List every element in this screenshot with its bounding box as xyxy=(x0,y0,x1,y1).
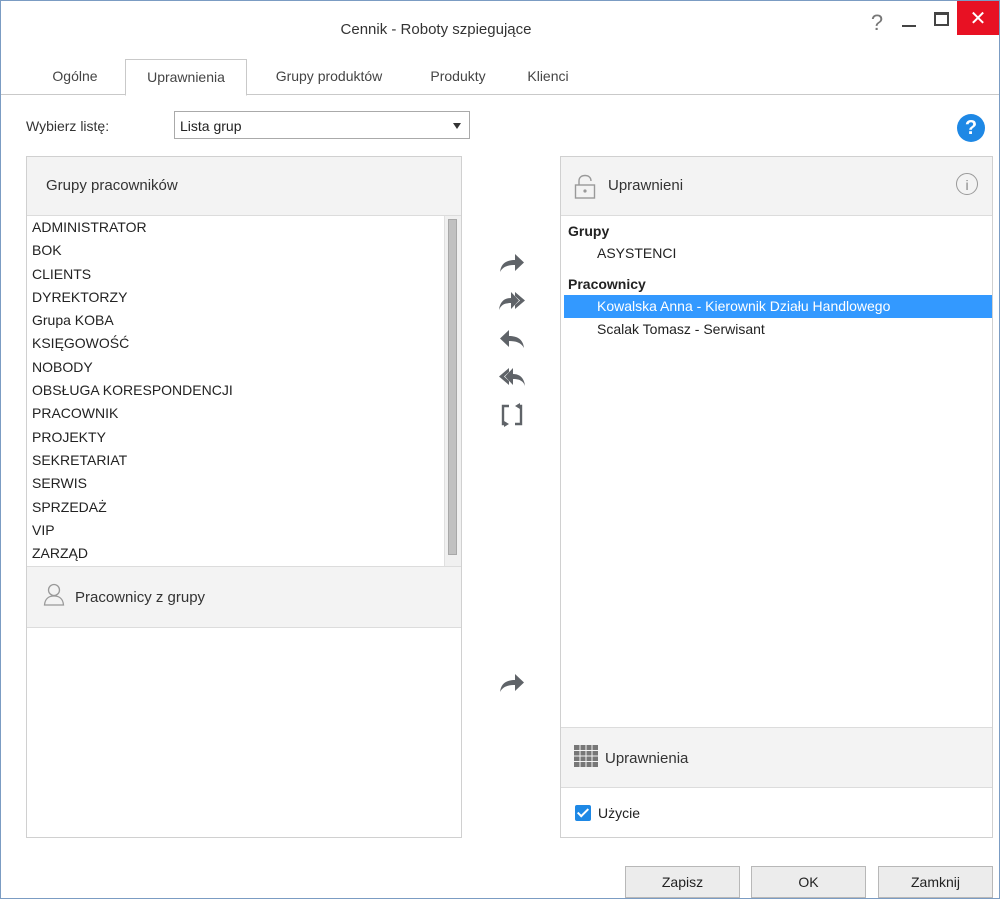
groups-list[interactable]: ADMINISTRATOR BOK CLIENTS DYREKTORZY Gru… xyxy=(27,216,461,566)
minimize-icon xyxy=(902,25,916,27)
move-left-button[interactable] xyxy=(489,325,535,353)
permissions-panel-title: Uprawnienia xyxy=(605,750,689,767)
usage-checkbox-row[interactable]: Użycie xyxy=(575,805,640,821)
close-button[interactable]: ✕ xyxy=(957,1,999,35)
list-item[interactable]: OBSŁUGA KORESPONDENCJI xyxy=(27,379,461,402)
authorized-panel-title: Uprawnieni xyxy=(608,177,684,194)
list-item[interactable]: VIP xyxy=(27,519,461,542)
list-item[interactable]: NOBODY xyxy=(27,356,461,379)
usage-label: Użycie xyxy=(598,805,641,821)
list-item[interactable]: BOK xyxy=(27,239,461,262)
move-right-button[interactable] xyxy=(489,249,535,277)
user-icon xyxy=(43,583,65,606)
list-item[interactable]: Scalak Tomasz - Serwisant xyxy=(561,318,992,341)
tab-ogolne[interactable]: Ogólne xyxy=(25,59,125,93)
list-item[interactable]: SEKRETARIAT xyxy=(27,449,461,472)
add-member-button[interactable] xyxy=(489,669,535,697)
save-button[interactable]: Zapisz xyxy=(625,866,740,898)
groups-panel-header: Grupy pracowników xyxy=(27,157,461,216)
members-panel-title: Pracownicy z grupy xyxy=(75,589,206,606)
list-item[interactable]: SPRZEDAŻ xyxy=(27,496,461,519)
list-select-value: Lista grup xyxy=(180,118,242,134)
chevron-down-icon xyxy=(453,123,461,129)
list-item[interactable]: CLIENTS xyxy=(27,263,461,286)
authorized-panel: Uprawnieni i Grupy ASYSTENCI Pracownicy … xyxy=(560,156,993,838)
title-bar: Cennik - Roboty szpiegujące ? ✕ xyxy=(1,1,999,59)
list-select-label: Wybierz listę: xyxy=(26,118,110,134)
list-item[interactable]: KSIĘGOWOŚĆ xyxy=(27,332,461,355)
tab-grupy-produktow[interactable]: Grupy produktów xyxy=(253,59,405,93)
employees-category-label: Pracownicy xyxy=(568,276,646,292)
groups-category-label: Grupy xyxy=(568,223,610,239)
close-dialog-button[interactable]: Zamknij xyxy=(878,866,993,898)
minimize-button[interactable] xyxy=(893,1,925,37)
authorized-list: Grupy ASYSTENCI Pracownicy Kowalska Anna… xyxy=(561,216,992,341)
list-item-selected[interactable]: Kowalska Anna - Kierownik Działu Handlow… xyxy=(564,295,992,318)
swap-button[interactable] xyxy=(489,401,535,429)
arrow-right-icon xyxy=(500,674,524,692)
swap-icon xyxy=(501,403,523,427)
list-item[interactable]: ZARZĄD xyxy=(27,542,461,565)
arrow-double-right-icon xyxy=(499,292,525,310)
grid-icon xyxy=(574,745,598,767)
help-icon[interactable]: ? xyxy=(957,114,985,142)
maximize-button[interactable] xyxy=(925,1,957,37)
list-item[interactable]: ASYSTENCI xyxy=(561,242,992,265)
ok-button[interactable]: OK xyxy=(751,866,866,898)
info-icon[interactable]: i xyxy=(956,173,978,195)
list-item[interactable]: DYREKTORZY xyxy=(27,286,461,309)
usage-checkbox[interactable] xyxy=(575,805,591,821)
list-item[interactable]: Grupa KOBA xyxy=(27,309,461,332)
list-item[interactable]: PRACOWNIK xyxy=(27,402,461,425)
list-select[interactable]: Lista grup xyxy=(174,111,470,139)
arrow-left-icon xyxy=(500,330,524,348)
move-all-right-button[interactable] xyxy=(489,287,535,315)
lock-icon xyxy=(574,174,596,199)
list-item[interactable]: ADMINISTRATOR xyxy=(27,216,461,239)
authorized-panel-header: Uprawnieni i xyxy=(561,157,992,216)
groups-panel-title: Grupy pracowników xyxy=(46,177,178,194)
list-item[interactable]: PROJEKTY xyxy=(27,426,461,449)
arrow-double-left-icon xyxy=(499,368,525,386)
groups-scrollbar-thumb[interactable] xyxy=(448,219,457,555)
groups-scrollbar[interactable] xyxy=(444,216,461,566)
permissions-panel-header: Uprawnienia xyxy=(561,727,992,788)
maximize-icon xyxy=(933,12,949,26)
window-title: Cennik - Roboty szpiegujące xyxy=(340,21,532,38)
help-button[interactable]: ? xyxy=(861,5,893,41)
tab-uprawnienia[interactable]: Uprawnienia xyxy=(125,59,247,96)
tab-produkty[interactable]: Produkty xyxy=(413,59,503,93)
tab-klienci[interactable]: Klienci xyxy=(509,59,587,93)
tab-bar: Ogólne Uprawnienia Grupy produktów Produ… xyxy=(1,59,999,96)
members-panel-header: Pracownicy z grupy xyxy=(27,566,461,628)
dialog-window: Cennik - Roboty szpiegujące ? ✕ Ogólne U… xyxy=(0,0,1000,899)
arrow-right-icon xyxy=(500,254,524,272)
groups-panel: Grupy pracowników ADMINISTRATOR BOK CLIE… xyxy=(26,156,462,838)
move-all-left-button[interactable] xyxy=(489,363,535,391)
list-item[interactable]: SERWIS xyxy=(27,472,461,495)
